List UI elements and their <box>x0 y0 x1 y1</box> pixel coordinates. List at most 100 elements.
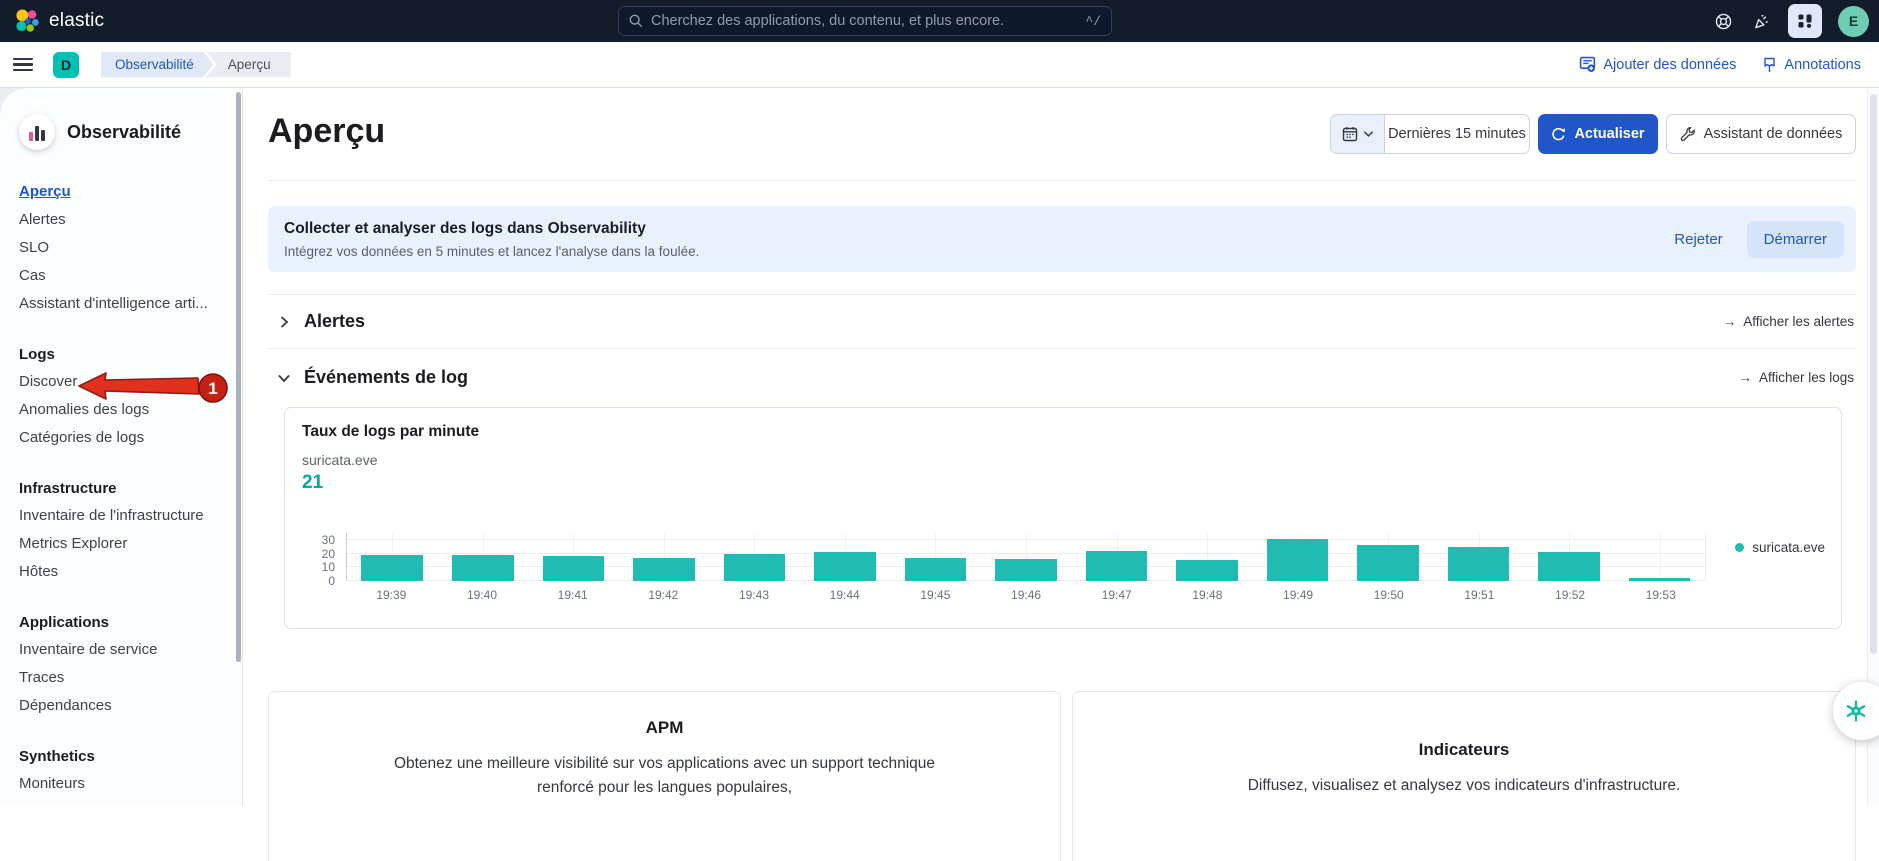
start-button[interactable]: Démarrer <box>1747 221 1844 258</box>
sidebar-item-cas[interactable]: Cas <box>19 262 224 290</box>
chart-legend[interactable]: suricata.eve <box>1735 540 1825 555</box>
alerts-section-header: Alertes → Afficher les alertes <box>268 294 1856 348</box>
bar-19:47[interactable] <box>1086 551 1148 581</box>
sidebar-section-logs: Logs <box>19 340 228 368</box>
elastic-brand[interactable]: elastic <box>0 8 104 34</box>
bar-19:53[interactable] <box>1629 578 1691 581</box>
x-tick-label: 19:45 <box>890 588 981 602</box>
arrow-right-icon: → <box>1723 314 1737 329</box>
sidebar-item-d-pendances[interactable]: Dépendances <box>19 692 224 720</box>
bar-19:41[interactable] <box>543 556 605 581</box>
bar-slot <box>1071 533 1162 581</box>
breadcrumb: Observabilité Aperçu <box>101 52 291 78</box>
sidebar-item-metrics-explorer[interactable]: Metrics Explorer <box>19 530 224 558</box>
bar-19:39[interactable] <box>361 555 423 581</box>
bar-slot <box>1614 533 1705 581</box>
sidebar-item-cat-gories-de-logs[interactable]: Catégories de logs <box>19 424 224 452</box>
show-alerts-link[interactable]: → Afficher les alertes <box>1723 314 1854 329</box>
sidebar-item-h-tes[interactable]: Hôtes <box>19 558 224 586</box>
sidebar-item-alertes[interactable]: Alertes <box>19 206 224 234</box>
y-tick-label: 20 <box>295 547 335 561</box>
bar-19:44[interactable] <box>814 552 876 581</box>
show-logs-link[interactable]: → Afficher les logs <box>1738 370 1854 385</box>
sidebar-item-inventaire-de-l-infrastructure[interactable]: Inventaire de l'infrastructure <box>19 502 224 530</box>
elastic-logo-icon <box>14 8 40 34</box>
bar-19:49[interactable] <box>1267 539 1329 582</box>
x-tick-label: 19:53 <box>1615 588 1706 602</box>
sidebar-item-traces[interactable]: Traces <box>19 664 224 692</box>
bar-slot <box>1252 533 1343 581</box>
chevron-down-icon[interactable] <box>276 370 292 386</box>
sidebar-item-aper-u[interactable]: Aperçu <box>19 178 224 206</box>
bar-19:50[interactable] <box>1357 545 1419 581</box>
bar-19:42[interactable] <box>633 558 695 581</box>
menu-toggle-icon[interactable] <box>13 58 33 72</box>
add-data-link[interactable]: Ajouter des données <box>1579 56 1736 73</box>
observability-logo-icon <box>19 114 55 150</box>
log-events-title[interactable]: Événements de log <box>304 367 468 388</box>
time-range-picker[interactable]: Dernières 15 minutes <box>1330 114 1530 154</box>
breadcrumb-observability[interactable]: Observabilité <box>101 52 214 78</box>
chart-series-label: suricata.eve <box>302 452 377 468</box>
sidebar-item-discover[interactable]: Discover <box>19 368 224 396</box>
bar-19:40[interactable] <box>452 555 514 581</box>
bar-19:51[interactable] <box>1448 547 1510 581</box>
sidebar-item-assistant-d-intelligence-arti[interactable]: Assistant d'intelligence arti... <box>19 290 224 318</box>
apm-card[interactable]: APM Obtenez une meilleure visibilité sur… <box>268 691 1061 861</box>
help-icon[interactable] <box>1712 10 1734 32</box>
y-tick-label: 0 <box>295 574 335 588</box>
legend-label: suricata.eve <box>1752 540 1825 555</box>
openai-icon <box>1843 698 1869 724</box>
alerts-title[interactable]: Alertes <box>304 311 365 332</box>
bar-slot <box>800 533 891 581</box>
logs-callout-banner: Collecter et analyser des logs dans Obse… <box>268 206 1856 272</box>
annotations-icon <box>1762 57 1777 73</box>
sidebar-corner <box>0 88 26 114</box>
search-icon <box>629 14 643 28</box>
bar-19:48[interactable] <box>1176 560 1238 581</box>
newsfeed-icon[interactable] <box>1750 10 1772 32</box>
bar-19:52[interactable] <box>1538 552 1600 581</box>
chart-bars <box>347 533 1705 581</box>
refresh-button[interactable]: Actualiser <box>1538 114 1658 154</box>
sidebar-scrollbar[interactable] <box>236 92 241 662</box>
bar-slot <box>709 533 800 581</box>
search-input[interactable] <box>651 13 1077 29</box>
deployment-badge[interactable]: D <box>53 52 79 78</box>
data-assistant-button[interactable]: Assistant de données <box>1666 114 1856 154</box>
global-search[interactable]: ^/ <box>618 6 1112 36</box>
apps-menu-icon[interactable] <box>1788 4 1822 38</box>
bar-19:45[interactable] <box>905 558 967 581</box>
scrollbar-thumb[interactable] <box>1870 94 1877 654</box>
chart-metric-value: 21 <box>302 472 323 494</box>
sidebar-item-inventaire-de-service[interactable]: Inventaire de service <box>19 636 224 664</box>
x-tick-label: 19:46 <box>981 588 1072 602</box>
metrics-card-body: Diffusez, visualisez et analysez vos ind… <box>1192 774 1737 798</box>
user-avatar[interactable]: E <box>1838 6 1869 37</box>
gridline-vertical <box>1660 533 1661 581</box>
apm-card-title: APM <box>269 718 1060 738</box>
bar-19:46[interactable] <box>995 559 1057 581</box>
time-range-label[interactable]: Dernières 15 minutes <box>1385 115 1529 153</box>
x-tick-label: 19:43 <box>709 588 800 602</box>
bar-19:43[interactable] <box>724 554 786 581</box>
bar-slot <box>981 533 1072 581</box>
sidebar-item-anomalies-des-logs[interactable]: Anomalies des logs <box>19 396 224 424</box>
legend-dot-icon <box>1735 543 1744 552</box>
x-tick-label: 19:51 <box>1434 588 1525 602</box>
chart-x-axis: 19:3919:4019:4119:4219:4319:4419:4519:46… <box>346 588 1706 602</box>
sidebar-title: Observabilité <box>67 122 181 143</box>
metrics-card[interactable]: Indicateurs Diffusez, visualisez et anal… <box>1072 691 1856 861</box>
sidebar-item-moniteurs[interactable]: Moniteurs <box>19 770 224 798</box>
dismiss-button[interactable]: Rejeter <box>1674 231 1722 248</box>
log-events-section-header: Événements de log → Afficher les logs <box>268 348 1856 406</box>
bar-slot <box>347 533 438 581</box>
calendar-dropdown[interactable] <box>1331 115 1385 153</box>
metrics-card-title: Indicateurs <box>1073 740 1855 760</box>
chevron-right-icon[interactable] <box>276 314 292 330</box>
sidebar-item-slo[interactable]: SLO <box>19 234 224 262</box>
annotations-link[interactable]: Annotations <box>1762 57 1861 73</box>
calendar-icon <box>1342 126 1358 142</box>
breadcrumb-overview: Aperçu <box>206 52 291 78</box>
x-tick-label: 19:52 <box>1525 588 1616 602</box>
